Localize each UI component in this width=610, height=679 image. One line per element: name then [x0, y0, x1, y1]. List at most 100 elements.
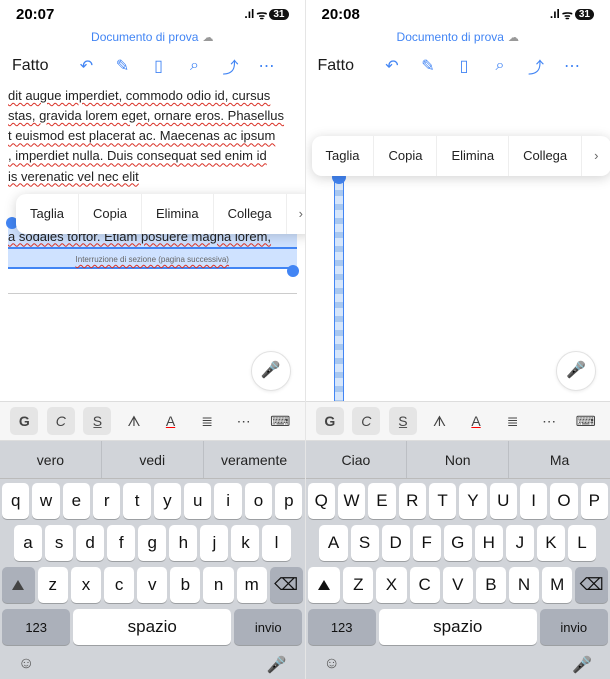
key-p[interactable]: p: [275, 483, 302, 519]
italic-button[interactable]: C: [352, 407, 380, 435]
key-p[interactable]: P: [581, 483, 608, 519]
key-r[interactable]: R: [399, 483, 426, 519]
key-l[interactable]: l: [262, 525, 290, 561]
mobile-icon[interactable]: ▯: [144, 52, 172, 80]
key-z[interactable]: z: [38, 567, 68, 603]
key-w[interactable]: w: [32, 483, 59, 519]
key-k[interactable]: K: [537, 525, 565, 561]
ctx-cut[interactable]: Taglia: [16, 194, 79, 234]
ctx-copy[interactable]: Copia: [374, 136, 437, 176]
doc-title[interactable]: Documento di prova☁: [306, 28, 610, 46]
search-icon[interactable]: ⌕: [180, 52, 208, 80]
shift-key[interactable]: [308, 567, 341, 603]
key-d[interactable]: D: [382, 525, 410, 561]
bold-button[interactable]: G: [10, 407, 38, 435]
key-s[interactable]: S: [351, 525, 379, 561]
list-icon[interactable]: ≣: [499, 407, 527, 435]
voice-button[interactable]: 🎤: [556, 351, 596, 391]
document-area[interactable]: dit augue imperdiet, commodo odio id, cu…: [0, 86, 305, 401]
key-q[interactable]: q: [2, 483, 29, 519]
key-e[interactable]: E: [368, 483, 395, 519]
more-icon[interactable]: ⋯: [252, 52, 280, 80]
backspace-key[interactable]: ⌫: [575, 567, 608, 603]
more-icon[interactable]: ⋯: [558, 52, 586, 80]
key-v[interactable]: v: [137, 567, 167, 603]
selection-handle-end[interactable]: [287, 265, 299, 277]
key-x[interactable]: x: [71, 567, 101, 603]
key-a[interactable]: A: [319, 525, 347, 561]
share-icon[interactable]: ⤴: [216, 52, 244, 80]
ctx-delete[interactable]: Elimina: [437, 136, 509, 176]
key-b[interactable]: B: [476, 567, 506, 603]
ctx-link[interactable]: Collega: [214, 194, 287, 234]
emoji-key[interactable]: ☺: [18, 655, 34, 675]
done-button[interactable]: Fatto: [12, 57, 56, 75]
num-key[interactable]: 123: [2, 609, 70, 645]
shift-key[interactable]: [2, 567, 35, 603]
key-g[interactable]: G: [444, 525, 472, 561]
draw-icon[interactable]: ✎: [108, 52, 136, 80]
space-key[interactable]: spazio: [379, 609, 537, 645]
vertical-selection[interactable]: [334, 176, 344, 401]
strike-button[interactable]: S̲: [83, 407, 111, 435]
undo-icon[interactable]: ↶: [72, 52, 100, 80]
suggestion[interactable]: Ma: [509, 441, 610, 478]
key-q[interactable]: Q: [308, 483, 335, 519]
key-j[interactable]: J: [506, 525, 534, 561]
more-format-icon[interactable]: ⋯: [535, 407, 563, 435]
key-c[interactable]: C: [410, 567, 440, 603]
key-k[interactable]: k: [231, 525, 259, 561]
key-u[interactable]: U: [490, 483, 517, 519]
enter-key[interactable]: invio: [234, 609, 302, 645]
key-m[interactable]: m: [237, 567, 267, 603]
enter-key[interactable]: invio: [540, 609, 608, 645]
key-f[interactable]: F: [413, 525, 441, 561]
key-u[interactable]: u: [184, 483, 211, 519]
key-y[interactable]: y: [154, 483, 181, 519]
strike-button[interactable]: S̲: [389, 407, 417, 435]
done-button[interactable]: Fatto: [318, 57, 362, 75]
textcolor-icon[interactable]: A: [157, 407, 185, 435]
mic-key[interactable]: 🎤: [572, 655, 592, 675]
key-t[interactable]: T: [429, 483, 456, 519]
key-i[interactable]: I: [520, 483, 547, 519]
key-m[interactable]: M: [542, 567, 572, 603]
suggestion[interactable]: veramente: [204, 441, 305, 478]
ctx-cut[interactable]: Taglia: [312, 136, 375, 176]
undo-icon[interactable]: ↶: [378, 52, 406, 80]
suggestion[interactable]: Ciao: [306, 441, 408, 478]
textcolor-icon[interactable]: A: [462, 407, 490, 435]
ctx-more[interactable]: ›: [287, 194, 305, 234]
suggestion[interactable]: vedi: [102, 441, 204, 478]
key-e[interactable]: e: [63, 483, 90, 519]
list-icon[interactable]: ≣: [193, 407, 221, 435]
key-w[interactable]: W: [338, 483, 365, 519]
num-key[interactable]: 123: [308, 609, 376, 645]
key-c[interactable]: c: [104, 567, 134, 603]
voice-button[interactable]: 🎤: [251, 351, 291, 391]
ctx-more[interactable]: ›: [582, 136, 610, 176]
ctx-delete[interactable]: Elimina: [142, 194, 214, 234]
doc-title[interactable]: Documento di prova☁: [0, 28, 305, 46]
keyboard-toggle-icon[interactable]: ⌨: [266, 407, 294, 435]
key-j[interactable]: j: [200, 525, 228, 561]
key-n[interactable]: n: [203, 567, 233, 603]
key-x[interactable]: X: [376, 567, 406, 603]
key-b[interactable]: b: [170, 567, 200, 603]
space-key[interactable]: spazio: [73, 609, 231, 645]
share-icon[interactable]: ⤴: [522, 52, 550, 80]
mobile-icon[interactable]: ▯: [450, 52, 478, 80]
mic-key[interactable]: 🎤: [267, 655, 287, 675]
key-a[interactable]: a: [14, 525, 42, 561]
draw-icon[interactable]: ✎: [414, 52, 442, 80]
key-l[interactable]: L: [568, 525, 596, 561]
key-o[interactable]: O: [550, 483, 577, 519]
highlight-icon[interactable]: ᗑ: [120, 407, 148, 435]
keyboard-toggle-icon[interactable]: ⌨: [572, 407, 600, 435]
highlight-icon[interactable]: ᗑ: [425, 407, 453, 435]
suggestion[interactable]: Non: [407, 441, 509, 478]
emoji-key[interactable]: ☺: [324, 655, 340, 675]
suggestion[interactable]: vero: [0, 441, 102, 478]
key-f[interactable]: f: [107, 525, 135, 561]
key-v[interactable]: V: [443, 567, 473, 603]
